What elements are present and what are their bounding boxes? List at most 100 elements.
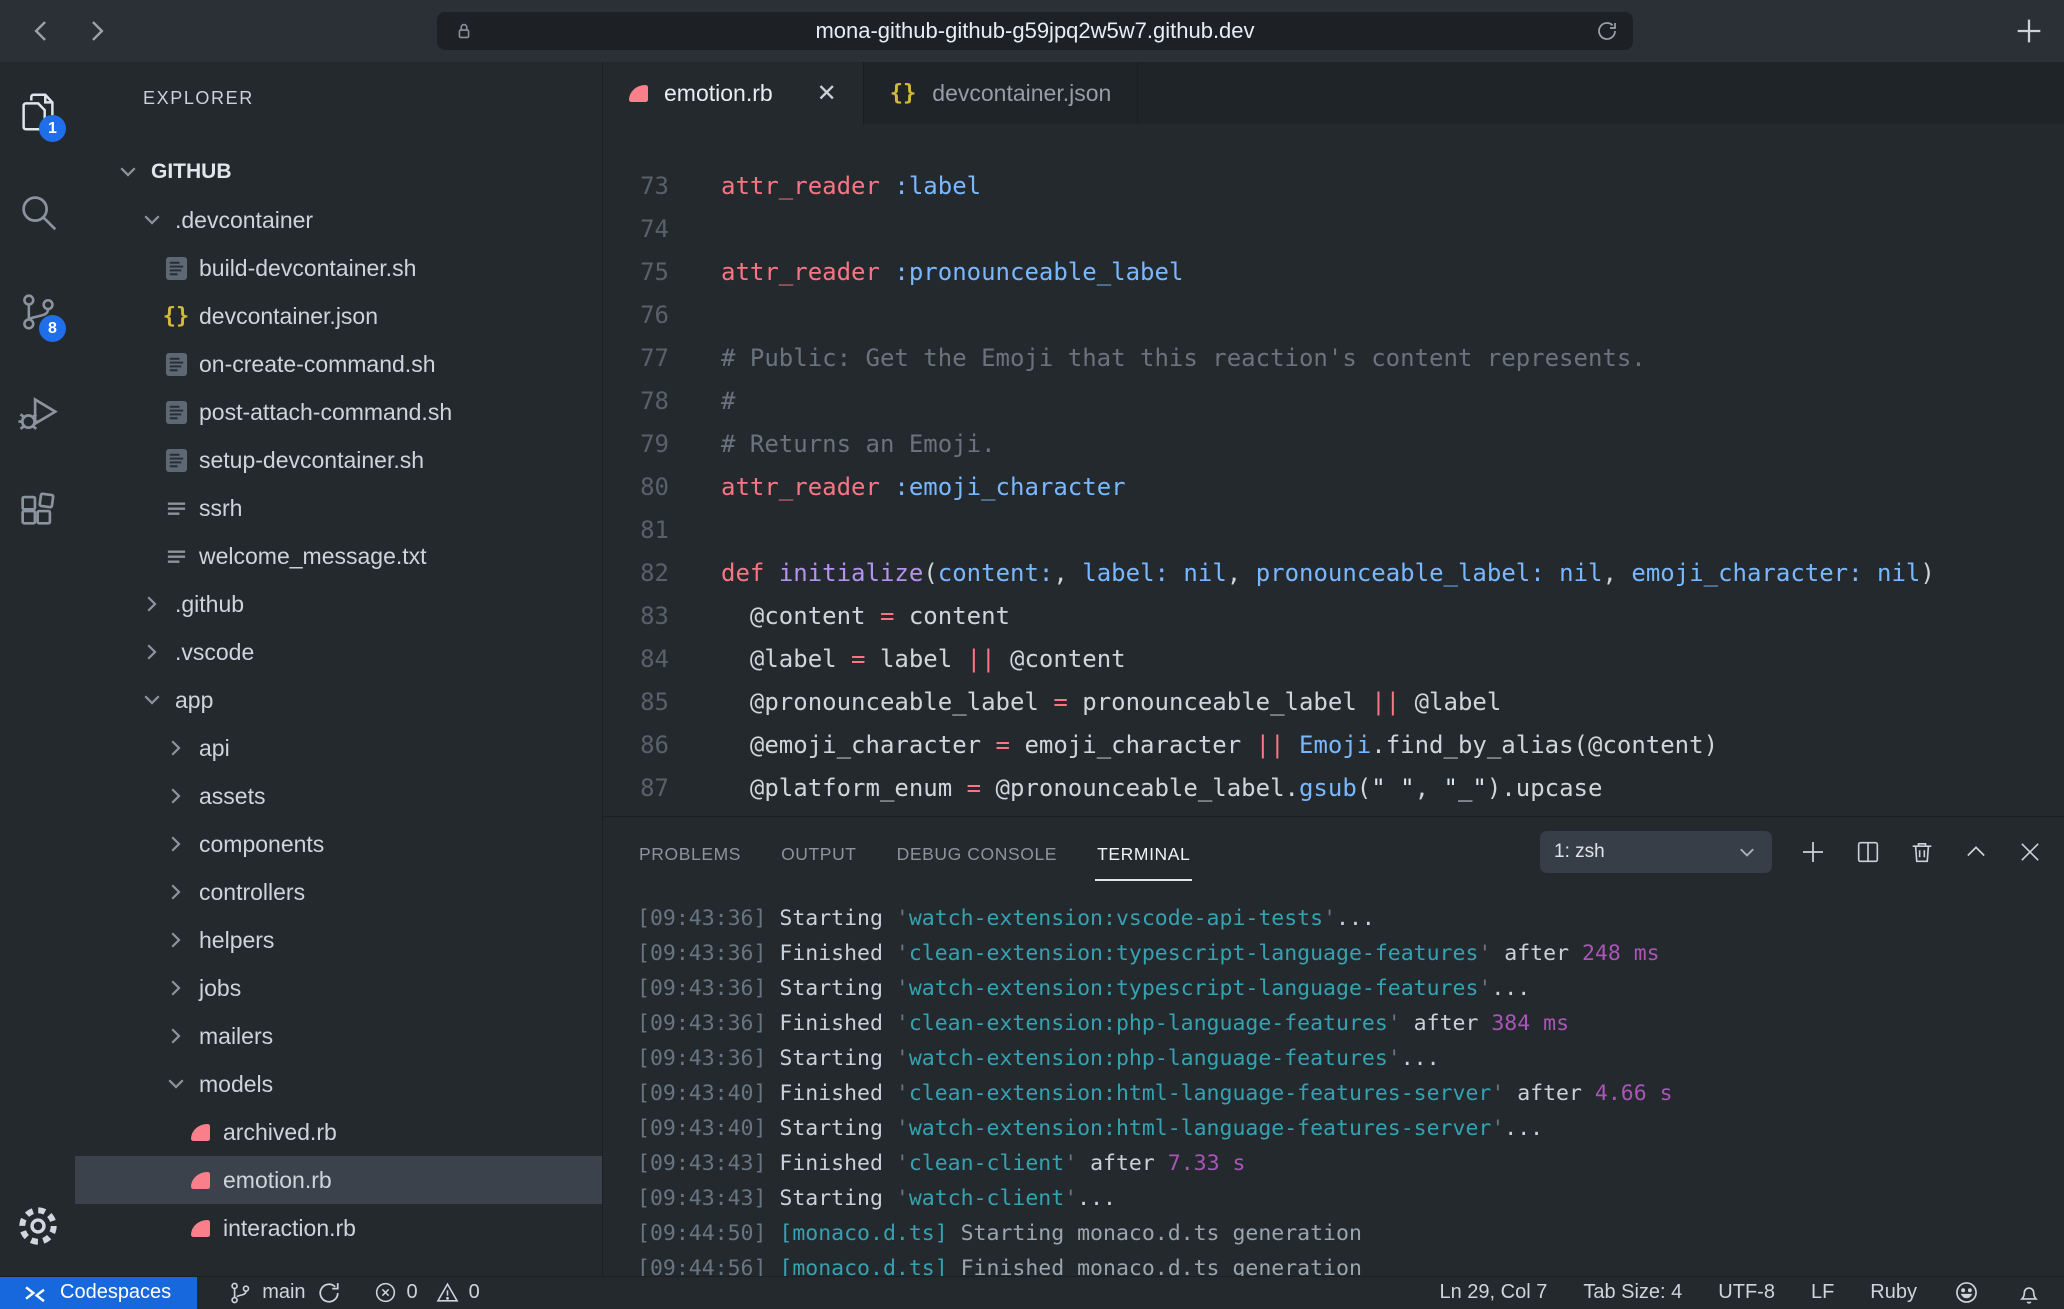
- status-encoding[interactable]: UTF-8: [1718, 1281, 1775, 1304]
- line-number: 77: [603, 344, 669, 372]
- tree-item-label: models: [199, 1071, 273, 1098]
- activity-explorer[interactable]: 1: [0, 62, 75, 162]
- tree-item-label: .vscode: [175, 639, 254, 666]
- activity-source-control[interactable]: 8: [0, 262, 75, 362]
- trash-icon[interactable]: [1908, 838, 1936, 866]
- line-number: 79: [603, 430, 669, 458]
- tree-item-label: helpers: [199, 927, 274, 954]
- error-icon: [373, 1280, 398, 1305]
- code-line-77[interactable]: 77# Public: Get the Emoji that this reac…: [603, 336, 2064, 379]
- code-line-73[interactable]: 73attr_reader :label: [603, 164, 2064, 207]
- tree-item-welcome_message.txt[interactable]: welcome_message.txt: [75, 532, 602, 580]
- code-line-82[interactable]: 82def initialize(content:, label: nil, p…: [603, 551, 2064, 594]
- status-eol[interactable]: LF: [1811, 1281, 1834, 1304]
- split-terminal-icon[interactable]: [1854, 838, 1882, 866]
- line-number: 82: [603, 559, 669, 587]
- tree-item-label: archived.rb: [223, 1119, 337, 1146]
- code-line-74[interactable]: 74: [603, 207, 2064, 250]
- line-number: 76: [603, 301, 669, 329]
- terminal-shell-select[interactable]: 1: zsh: [1540, 831, 1772, 873]
- feedback-smiley-icon[interactable]: [1953, 1279, 1980, 1306]
- code-line-78[interactable]: 78#: [603, 379, 2064, 422]
- code-line-81[interactable]: 81: [603, 508, 2064, 551]
- tree-item-label: emotion.rb: [223, 1167, 332, 1194]
- tree-item-assets[interactable]: assets: [75, 772, 602, 820]
- sidebar-title: EXPLORER: [75, 62, 602, 134]
- terminal-output[interactable]: [09:43:36] Starting 'watch-extension:vsc…: [603, 891, 2064, 1276]
- tree-item-on-create-command.sh[interactable]: on-create-command.sh: [75, 340, 602, 388]
- chevron-up-icon[interactable]: [1962, 838, 1990, 866]
- browser-topbar: mona-github-github-g59jpq2w5w7.github.de…: [0, 0, 2064, 62]
- code-line-76[interactable]: 76: [603, 293, 2064, 336]
- code-line-83[interactable]: 83 @content = content: [603, 594, 2064, 637]
- code-line-84[interactable]: 84 @label = label || @content: [603, 637, 2064, 680]
- tree-item-api[interactable]: api: [75, 724, 602, 772]
- code-line-87[interactable]: 87 @platform_enum = @pronounceable_label…: [603, 766, 2064, 809]
- code-editor[interactable]: 73attr_reader :label7475attr_reader :pro…: [603, 124, 2064, 816]
- tree-item-controllers[interactable]: controllers: [75, 868, 602, 916]
- code-line-80[interactable]: 80attr_reader :emoji_character: [603, 465, 2064, 508]
- forward-button[interactable]: [82, 16, 112, 46]
- close-tab-icon[interactable]: ✕: [817, 79, 837, 108]
- tree-item-mailers[interactable]: mailers: [75, 1012, 602, 1060]
- status-language-mode[interactable]: Ruby: [1870, 1281, 1917, 1304]
- tree-item-emotion.rb[interactable]: emotion.rb: [75, 1156, 602, 1204]
- tree-item-label: GITHUB: [151, 160, 232, 184]
- line-number: 75: [603, 258, 669, 286]
- panel-tab-problems[interactable]: PROBLEMS: [637, 834, 743, 875]
- ruby-file-icon: [191, 1172, 210, 1189]
- tree-item-helpers[interactable]: helpers: [75, 916, 602, 964]
- code-line-88[interactable]: 88: [603, 809, 2064, 816]
- gear-icon: [15, 1203, 61, 1249]
- chevron-right-icon: [139, 639, 165, 665]
- status-cursor-position[interactable]: Ln 29, Col 7: [1439, 1281, 1547, 1304]
- tree-item-components[interactable]: components: [75, 820, 602, 868]
- activity-extensions[interactable]: [0, 462, 75, 562]
- new-tab-button[interactable]: [2012, 14, 2046, 48]
- code-line-79[interactable]: 79# Returns an Emoji.: [603, 422, 2064, 465]
- close-panel-icon[interactable]: [2016, 838, 2044, 866]
- chevron-right-icon: [163, 879, 189, 905]
- tree-item-label: ssrh: [199, 495, 242, 522]
- tree-item-models[interactable]: models: [75, 1060, 602, 1108]
- codespaces-button[interactable]: Codespaces: [0, 1277, 197, 1309]
- panel-tab-output[interactable]: OUTPUT: [779, 834, 859, 875]
- panel-tab-terminal[interactable]: TERMINAL: [1095, 834, 1192, 875]
- status-tab-size[interactable]: Tab Size: 4: [1583, 1281, 1682, 1304]
- panel-tab-debug-console[interactable]: DEBUG CONSOLE: [895, 834, 1059, 875]
- tree-item-app[interactable]: app: [75, 676, 602, 724]
- url-bar[interactable]: mona-github-github-g59jpq2w5w7.github.de…: [436, 11, 1634, 51]
- tree-item-.vscode[interactable]: .vscode: [75, 628, 602, 676]
- tree-item-jobs[interactable]: jobs: [75, 964, 602, 1012]
- chevron-down-icon: [163, 1071, 189, 1097]
- settings-button[interactable]: [0, 1190, 75, 1262]
- notifications-bell-icon[interactable]: [2016, 1280, 2042, 1306]
- reload-icon[interactable]: [1595, 19, 1619, 43]
- tree-item-.devcontainer[interactable]: .devcontainer: [75, 196, 602, 244]
- tree-item-build-devcontainer.sh[interactable]: build-devcontainer.sh: [75, 244, 602, 292]
- editor-tab-devcontainer.json[interactable]: {}devcontainer.json: [864, 62, 1139, 124]
- tree-item-setup-devcontainer.sh[interactable]: setup-devcontainer.sh: [75, 436, 602, 484]
- tree-item-GITHUB[interactable]: GITHUB: [75, 148, 602, 196]
- terminal-line: [09:43:36] Starting 'watch-extension:vsc…: [637, 901, 2064, 936]
- json-file-icon: {}: [890, 81, 917, 106]
- source-control-badge: 8: [39, 315, 66, 342]
- activity-search[interactable]: [0, 162, 75, 262]
- problems-indicator[interactable]: 0 0: [373, 1280, 480, 1305]
- code-line-75[interactable]: 75attr_reader :pronounceable_label: [603, 250, 2064, 293]
- tree-item-ssrh[interactable]: ssrh: [75, 484, 602, 532]
- tree-item-post-attach-command.sh[interactable]: post-attach-command.sh: [75, 388, 602, 436]
- tree-item-archived.rb[interactable]: archived.rb: [75, 1108, 602, 1156]
- tree-item-devcontainer.json[interactable]: {}devcontainer.json: [75, 292, 602, 340]
- editor-tab-emotion.rb[interactable]: emotion.rb✕: [603, 62, 864, 124]
- tree-item-interaction.rb[interactable]: interaction.rb: [75, 1204, 602, 1252]
- branch-indicator[interactable]: main: [227, 1279, 342, 1307]
- code-line-85[interactable]: 85 @pronounceable_label = pronounceable_…: [603, 680, 2064, 723]
- tree-item-.github[interactable]: .github: [75, 580, 602, 628]
- back-button[interactable]: [26, 16, 56, 46]
- activity-run-debug[interactable]: [0, 362, 75, 462]
- ruby-file-icon: [629, 85, 648, 102]
- code-line-86[interactable]: 86 @emoji_character = emoji_character ||…: [603, 723, 2064, 766]
- codespaces-label: Codespaces: [60, 1281, 171, 1304]
- new-terminal-icon[interactable]: [1798, 837, 1828, 867]
